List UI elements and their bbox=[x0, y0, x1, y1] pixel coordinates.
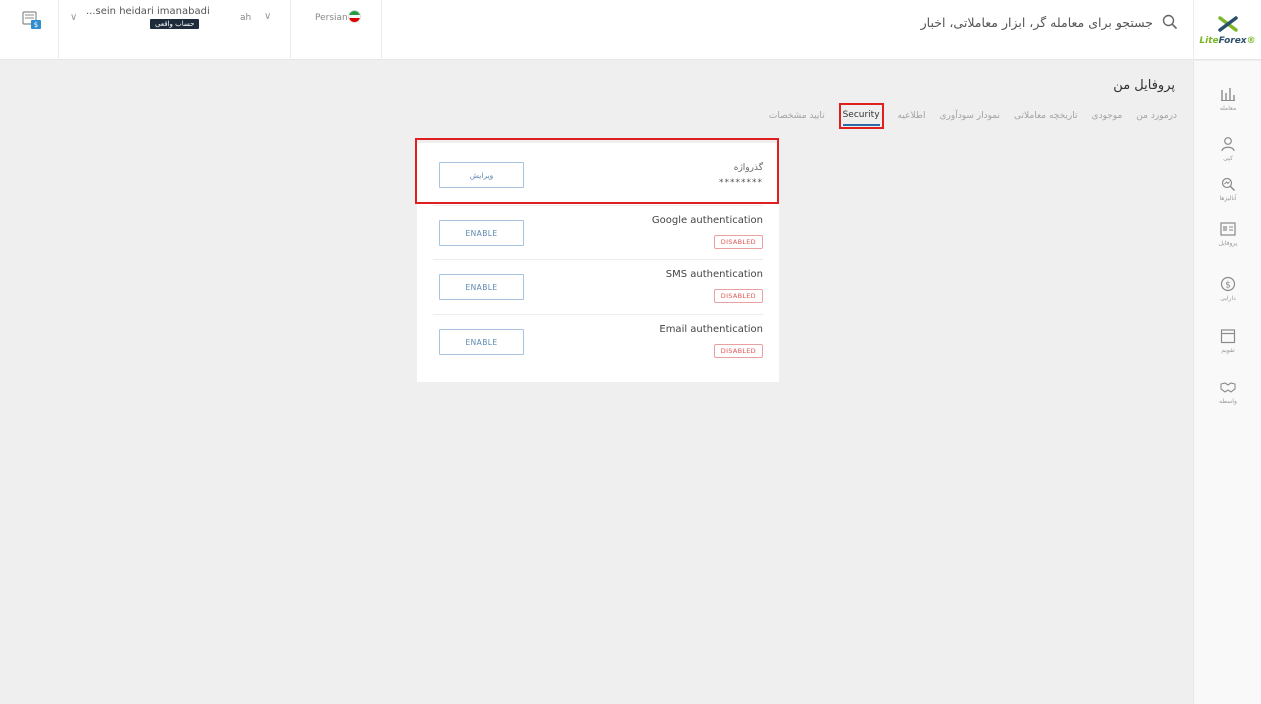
email-auth-row: Email authentication DISABLED ENABLE bbox=[433, 314, 763, 369]
header-divider bbox=[381, 0, 382, 60]
account-chevron-down-icon[interactable]: ∨ bbox=[70, 12, 77, 23]
google-auth-title: Google authentication bbox=[651, 215, 763, 226]
search-icon[interactable] bbox=[1161, 13, 1179, 31]
header-divider bbox=[58, 0, 59, 60]
edit-password-button[interactable]: ویرایش bbox=[439, 162, 524, 188]
sidebar-item-label: دارایی bbox=[1220, 295, 1236, 302]
enable-sms-auth-button[interactable]: ENABLE bbox=[439, 274, 524, 300]
password-value: ******** bbox=[719, 178, 763, 188]
status-badge: DISABLED bbox=[713, 344, 763, 358]
google-auth-row: Google authentication DISABLED ENABLE bbox=[433, 205, 763, 260]
sidebar-item-broker[interactable]: واسطه bbox=[1194, 379, 1261, 405]
sidebar-item-label: واسطه bbox=[1219, 398, 1237, 405]
top-header: $ ∨ ...sein heidari imanabadi حساب واقعی… bbox=[0, 0, 1261, 60]
sms-auth-row: SMS authentication DISABLED ENABLE bbox=[433, 259, 763, 314]
profile-tabs: درمورد من موجودی تاریخچه معاملاتی نمودار… bbox=[769, 103, 1177, 129]
calculator-icon[interactable]: $ bbox=[22, 10, 42, 30]
tab-security[interactable]: Security bbox=[842, 106, 880, 126]
tab-balance[interactable]: موجودی bbox=[1092, 107, 1123, 125]
search-placeholder[interactable]: جستجو برای معامله گر، ابزار معاملاتی، اخ… bbox=[921, 15, 1153, 30]
sms-auth-title: SMS authentication bbox=[665, 269, 763, 280]
iran-flag-icon[interactable] bbox=[348, 10, 361, 23]
logo-wordmark-accent: Forex bbox=[1218, 35, 1247, 46]
handshake-icon bbox=[1220, 379, 1236, 395]
sidebar-item-label: معامله bbox=[1219, 105, 1237, 112]
status-badge: DISABLED bbox=[713, 235, 763, 249]
tab-profitability-chart[interactable]: نمودار سودآوری bbox=[940, 107, 1001, 125]
sidebar-item-trade[interactable]: معامله bbox=[1194, 86, 1261, 112]
sidebar-item-label: پروفایل bbox=[1218, 240, 1238, 247]
sidebar-item-copy[interactable]: کپی bbox=[1194, 136, 1261, 162]
account-name[interactable]: ...sein heidari imanabadi bbox=[86, 6, 210, 17]
sidebar-item-finance[interactable]: $ دارایی bbox=[1194, 276, 1261, 302]
tab-verification[interactable]: تایید مشخصات bbox=[769, 107, 825, 125]
chart-icon bbox=[1220, 86, 1236, 102]
sidebar-item-label: آنالیزها bbox=[1219, 195, 1237, 202]
analytics-icon bbox=[1220, 176, 1236, 192]
header-divider bbox=[290, 0, 291, 60]
calendar-icon bbox=[1220, 328, 1236, 344]
sidebar-item-calendar[interactable]: تقویم bbox=[1194, 328, 1261, 354]
enable-email-auth-button[interactable]: ENABLE bbox=[439, 329, 524, 355]
svg-text:$: $ bbox=[34, 21, 38, 29]
sidebar-item-label: کپی bbox=[1223, 155, 1233, 162]
tab-trading-history[interactable]: تاریخچه معاملاتی bbox=[1014, 107, 1078, 125]
logo-trademark: ® bbox=[1246, 35, 1256, 46]
security-card: گذرواژه ******** ویرایش Google authentic… bbox=[417, 143, 779, 382]
tab-notifications[interactable]: اطلاعیه bbox=[898, 107, 926, 125]
profile-card-icon bbox=[1220, 221, 1236, 237]
logo-mark-icon bbox=[1216, 15, 1240, 33]
logo-wordmark: LiteForex® bbox=[1199, 36, 1255, 46]
dollar-icon: $ bbox=[1220, 276, 1236, 292]
logo-wordmark-main: Lite bbox=[1199, 35, 1219, 46]
password-label: گذرواژه bbox=[733, 163, 763, 173]
svg-text:$: $ bbox=[1225, 281, 1231, 291]
language-selector[interactable]: Persian bbox=[315, 13, 348, 23]
sidebar-item-profile[interactable]: پروفایل bbox=[1194, 221, 1261, 247]
liteforex-logo[interactable]: LiteForex® bbox=[1193, 0, 1261, 60]
enable-google-auth-button[interactable]: ENABLE bbox=[439, 220, 524, 246]
sidebar-item-analytics[interactable]: آنالیزها bbox=[1194, 176, 1261, 202]
password-row: گذرواژه ******** ویرایش bbox=[433, 150, 763, 205]
sidebar-item-label: تقویم bbox=[1221, 347, 1235, 354]
tab-highlight-box: Security bbox=[838, 103, 884, 129]
account-short-label[interactable]: ah bbox=[240, 13, 251, 23]
account-type-badge: حساب واقعی bbox=[150, 19, 200, 29]
search-bar[interactable]: جستجو برای معامله گر، ابزار معاملاتی، اخ… bbox=[921, 8, 1179, 36]
user-copy-icon bbox=[1220, 136, 1236, 152]
status-badge: DISABLED bbox=[713, 289, 763, 303]
email-auth-title: Email authentication bbox=[659, 324, 763, 335]
right-sidebar: معامله کپی آنالیزها پروفایل $ دارایی تقو… bbox=[1193, 61, 1261, 704]
tab-about-me[interactable]: درمورد من bbox=[1136, 107, 1177, 125]
page-title: پروفایل من bbox=[1113, 78, 1175, 93]
account-switch-chevron-icon[interactable]: ∨ bbox=[264, 11, 271, 22]
